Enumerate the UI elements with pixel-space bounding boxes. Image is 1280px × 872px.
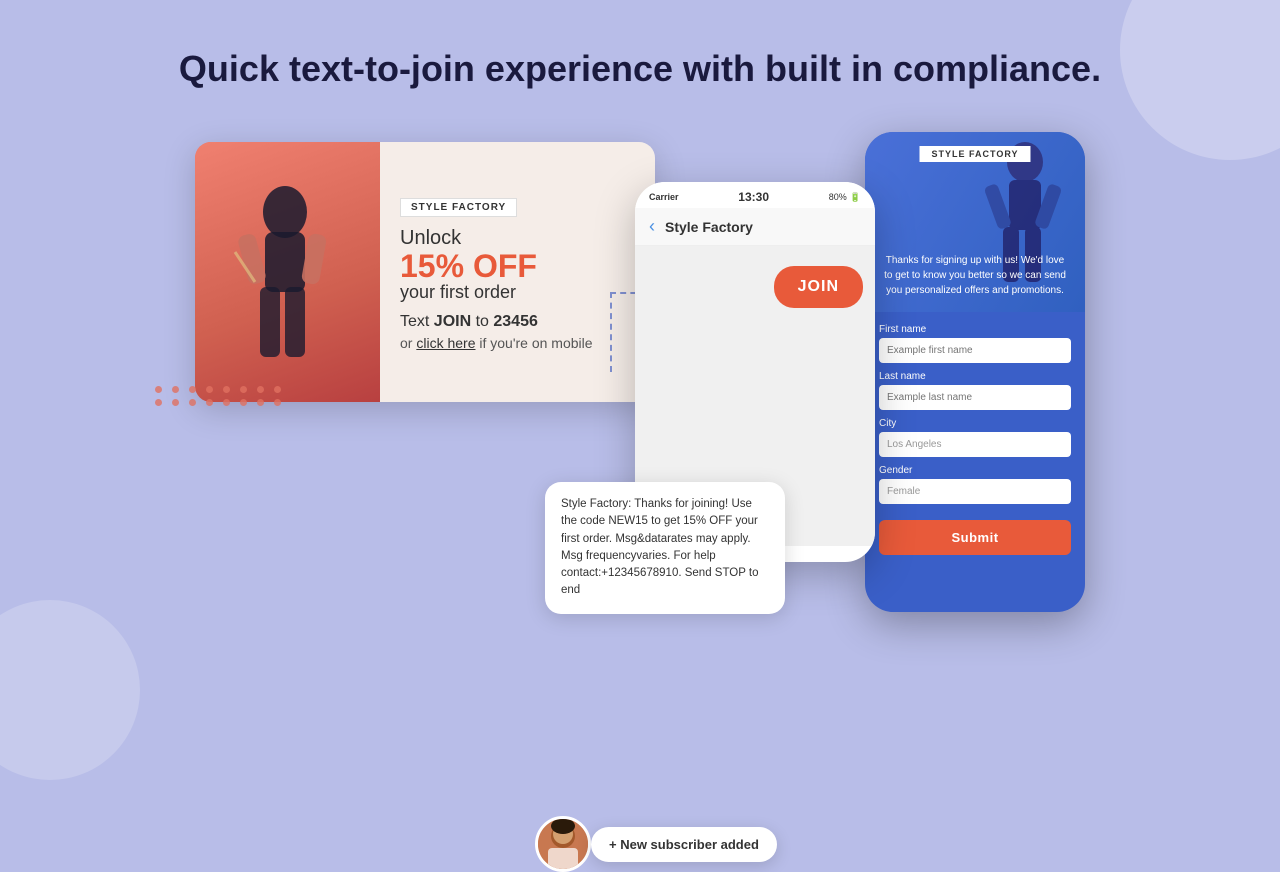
battery-icon: 🔋 <box>850 192 861 203</box>
unlock-text: Unlock <box>400 227 635 250</box>
input-gender[interactable] <box>879 479 1071 504</box>
promo-card: STYLE FACTORY Unlock 15% OFF your first … <box>195 142 655 402</box>
label-city: City <box>879 418 1071 429</box>
phone-chat-title: Style Factory <box>665 219 753 235</box>
mobile-line: or click here if you're on mobile <box>400 335 635 351</box>
phone-status-right: 80% 🔋 <box>829 192 861 203</box>
submit-button[interactable]: Submit <box>879 520 1071 555</box>
phone-status-bar: Carrier 13:30 80% 🔋 <box>635 182 875 208</box>
back-button[interactable]: ‹ <box>649 216 655 237</box>
phone-time: 13:30 <box>738 190 769 204</box>
label-lastname: Last name <box>879 371 1071 382</box>
sms-bubble: Style Factory: Thanks for joining! Use t… <box>545 482 785 614</box>
order-text: your first order <box>400 282 635 303</box>
click-here-link[interactable]: click here <box>416 335 475 351</box>
promo-text-section: STYLE FACTORY Unlock 15% OFF your first … <box>380 142 655 402</box>
new-subscriber-text: + New subscriber added <box>609 837 759 852</box>
form-brand-badge: STYLE FACTORY <box>919 146 1030 162</box>
dot-pattern <box>155 386 281 412</box>
text-join-line: Text JOIN to 23456 <box>400 313 635 331</box>
form-body: First name Last name City Gender <box>865 312 1085 571</box>
join-bubble[interactable]: JOIN <box>774 266 863 308</box>
form-group-lastname: Last name <box>879 371 1071 410</box>
phone-wrapper: Carrier 13:30 80% 🔋 ‹ Style Factory JOIN… <box>635 122 875 562</box>
label-firstname: First name <box>879 324 1071 335</box>
carrier-label: Carrier <box>649 192 679 202</box>
subscriber-badge: + New subscriber added <box>591 827 777 862</box>
content-area: STYLE FACTORY Unlock 15% OFF your first … <box>0 122 1280 612</box>
input-city[interactable] <box>879 432 1071 457</box>
form-group-city: City <box>879 418 1071 457</box>
label-gender: Gender <box>879 465 1071 476</box>
sms-message-text: Style Factory: Thanks for joining! Use t… <box>561 498 758 596</box>
bg-decoration-circle-bottom <box>0 600 140 780</box>
page-title: Quick text-to-join experience with built… <box>0 0 1280 122</box>
form-phone-top: STYLE FACTORY Thanks for signing up with… <box>865 132 1085 312</box>
promo-image-section <box>195 142 380 402</box>
subscriber-avatar <box>535 816 591 872</box>
subscriber-notification: + New subscriber added <box>535 816 777 872</box>
input-lastname[interactable] <box>879 385 1071 410</box>
promo-woman-illustration <box>205 162 365 402</box>
discount-text: 15% OFF <box>400 250 635 282</box>
form-phone: STYLE FACTORY Thanks for signing up with… <box>865 132 1085 612</box>
form-phone-wrapper: STYLE FACTORY Thanks for signing up with… <box>865 132 1085 612</box>
form-group-gender: Gender <box>879 465 1071 504</box>
phone-header: ‹ Style Factory <box>635 208 875 246</box>
brand-badge: STYLE FACTORY <box>400 198 517 217</box>
form-group-firstname: First name <box>879 324 1071 363</box>
input-firstname[interactable] <box>879 338 1071 363</box>
battery-label: 80% <box>829 192 847 202</box>
form-welcome-text: Thanks for signing up with us! We'd love… <box>865 253 1085 298</box>
